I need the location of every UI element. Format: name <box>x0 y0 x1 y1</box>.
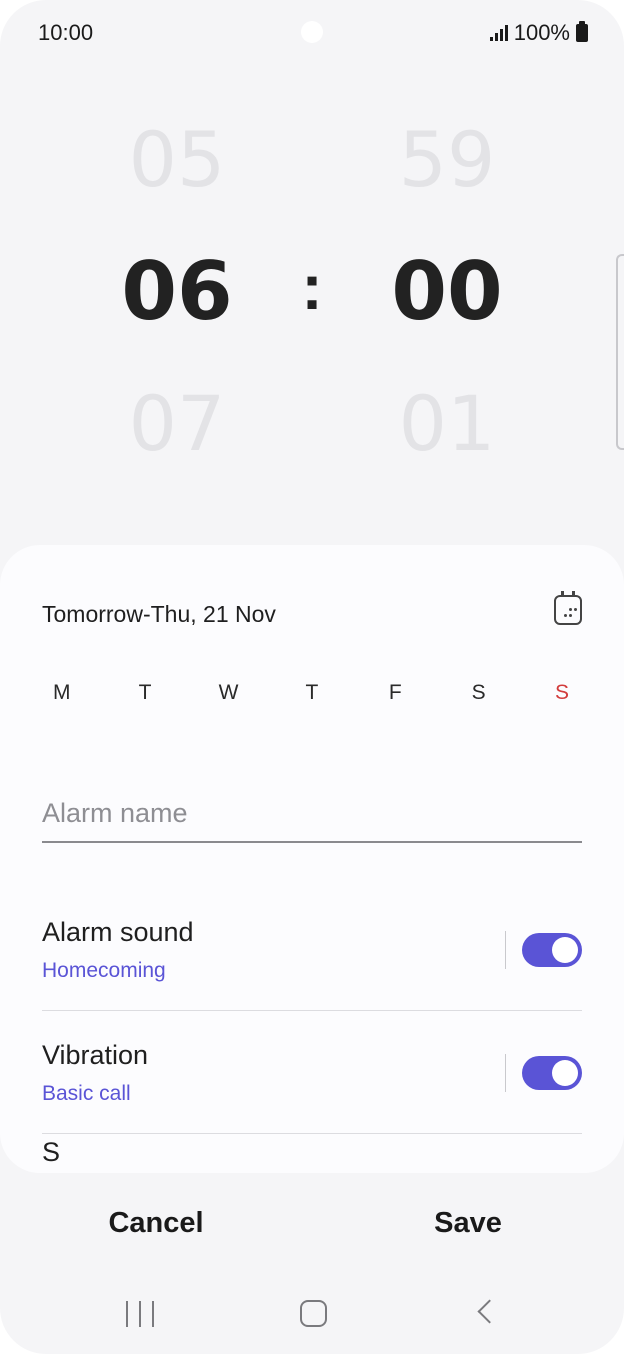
alarm-sound-row[interactable]: Alarm sound Homecoming <box>42 887 582 1011</box>
time-picker: 05 06 07 : 59 00 01 <box>0 90 624 490</box>
recents-icon[interactable] <box>126 1301 154 1327</box>
repeat-days: M T W T F S S <box>20 681 604 711</box>
alarm-sound-value: Homecoming <box>42 959 166 982</box>
signal-bars-icon <box>489 25 508 41</box>
time-separator: : <box>301 251 323 323</box>
day-sunday[interactable]: S <box>520 681 603 711</box>
back-icon[interactable] <box>477 1299 502 1324</box>
minute-prev[interactable]: 59 <box>347 94 547 226</box>
status-time: 10:00 <box>38 20 94 45</box>
day-wednesday[interactable]: W <box>187 681 270 711</box>
save-button[interactable]: Save <box>312 1190 624 1256</box>
day-thursday[interactable]: T <box>270 681 353 711</box>
hour-wheel[interactable]: 05 06 07 <box>77 94 277 490</box>
hour-current[interactable]: 06 <box>77 226 277 358</box>
alarm-edit-screen: 10:00 100% 05 06 07 : 59 00 01 Tomorrow-… <box>0 0 624 1354</box>
edge-panel-handle[interactable] <box>616 254 624 450</box>
status-indicators: 100% <box>489 20 588 46</box>
hour-prev[interactable]: 05 <box>77 94 277 226</box>
day-saturday[interactable]: S <box>437 681 520 711</box>
toggle-knob <box>552 1060 578 1086</box>
action-bar: Cancel Save <box>0 1190 624 1260</box>
battery-full-icon <box>576 21 588 42</box>
alarm-sound-toggle[interactable] <box>522 933 582 967</box>
status-bar: 10:00 100% <box>0 0 624 64</box>
minute-current[interactable]: 00 <box>347 226 547 358</box>
calendar-icon[interactable] <box>554 591 582 625</box>
row-divider <box>505 1054 506 1092</box>
alarm-name-field <box>42 791 582 843</box>
vibration-value: Basic call <box>42 1082 131 1105</box>
hour-next[interactable]: 07 <box>77 358 277 490</box>
cancel-button[interactable]: Cancel <box>0 1190 312 1256</box>
next-setting-peek[interactable]: S <box>42 1137 60 1168</box>
camera-cutout <box>301 21 323 43</box>
navigation-bar <box>0 1284 624 1344</box>
alarm-name-input[interactable] <box>42 791 582 835</box>
day-monday[interactable]: M <box>20 681 103 711</box>
toggle-knob <box>552 937 578 963</box>
vibration-row[interactable]: Vibration Basic call <box>42 1010 582 1134</box>
alarm-date-label: Tomorrow-Thu, 21 Nov <box>42 601 276 627</box>
day-friday[interactable]: F <box>354 681 437 711</box>
home-icon[interactable] <box>300 1300 327 1327</box>
alarm-sound-title: Alarm sound <box>42 917 194 947</box>
date-row: Tomorrow-Thu, 21 Nov <box>42 591 582 631</box>
vibration-toggle[interactable] <box>522 1056 582 1090</box>
vibration-title: Vibration <box>42 1040 149 1070</box>
alarm-settings-card: Tomorrow-Thu, 21 Nov M T W T F S S Alarm… <box>0 545 624 1173</box>
row-divider <box>505 931 506 969</box>
minute-wheel[interactable]: 59 00 01 <box>347 94 547 490</box>
minute-next[interactable]: 01 <box>347 358 547 490</box>
battery-percentage: 100% <box>513 20 570 45</box>
day-tuesday[interactable]: T <box>103 681 186 711</box>
